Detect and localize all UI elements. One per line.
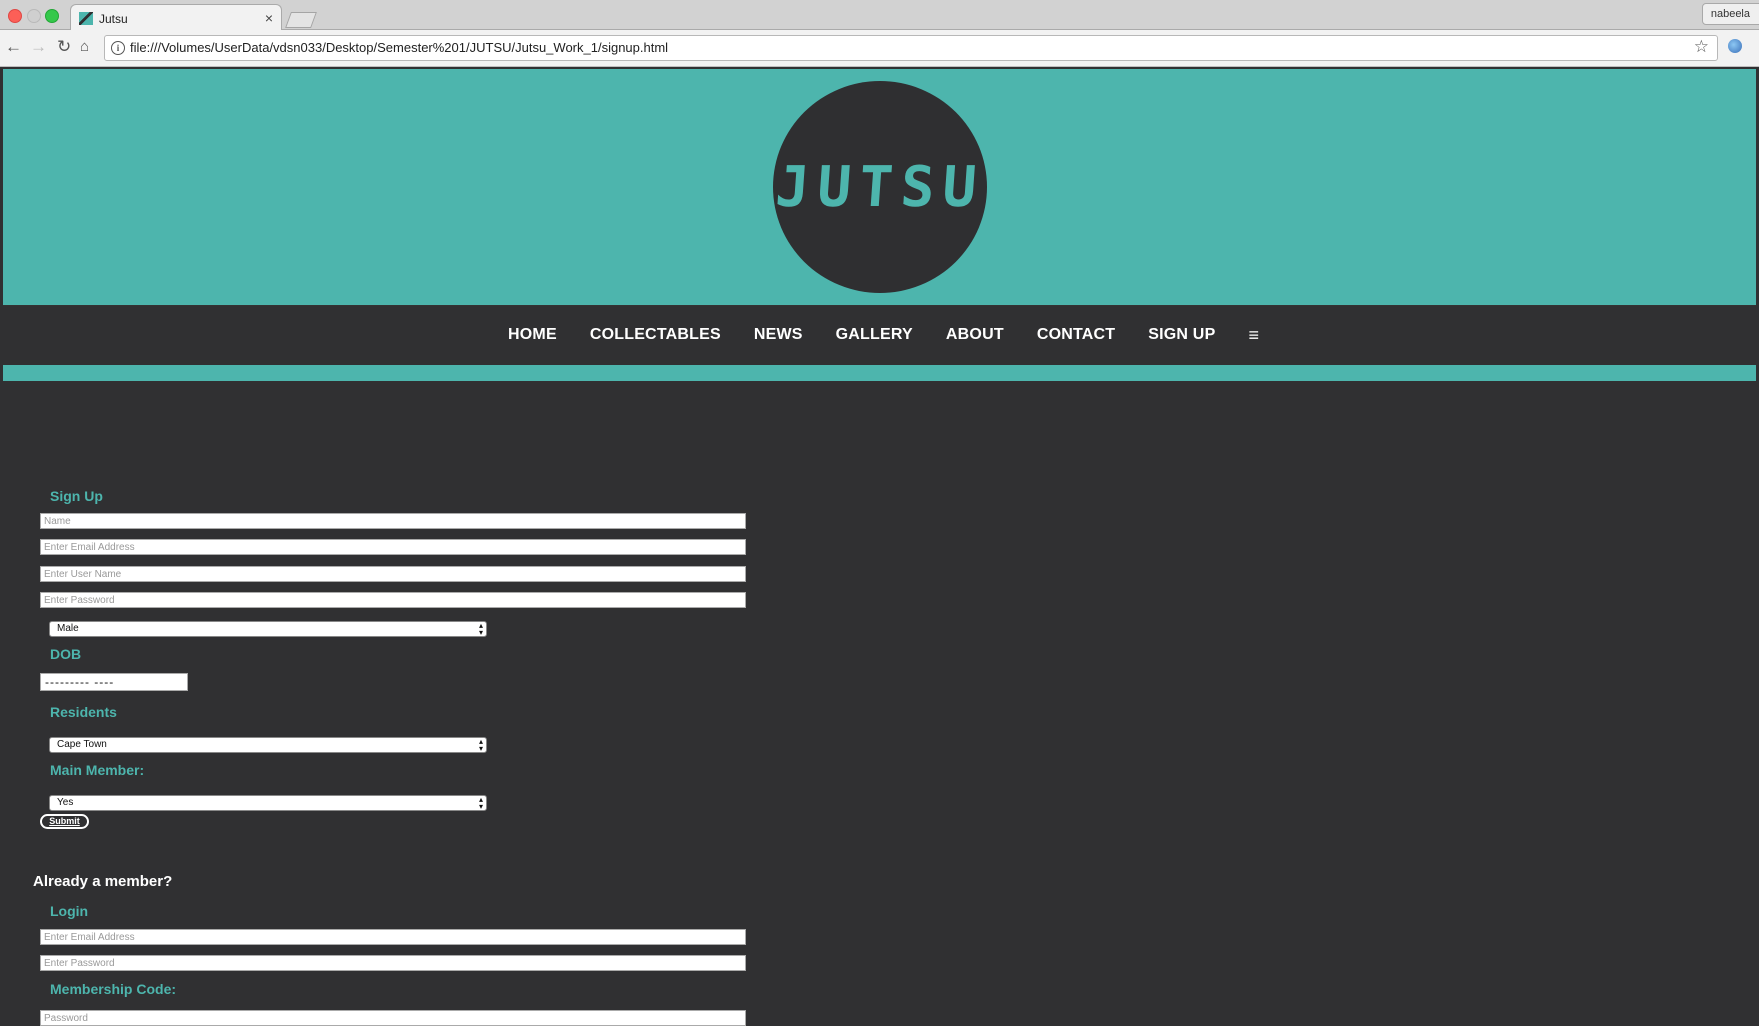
nav-collectables[interactable]: COLLECTABLES [590, 326, 721, 344]
password-input[interactable] [40, 592, 746, 608]
minimize-window-button[interactable] [27, 9, 41, 23]
home-icon[interactable]: ⌂ [80, 37, 89, 57]
browser-tab-strip: Jutsu × nabeela [0, 0, 1759, 31]
logo-text: JUTSU [773, 155, 987, 220]
reload-icon[interactable]: ↻ [57, 37, 71, 57]
main-member-select-value: Yes [57, 797, 74, 808]
bookmark-star-icon[interactable]: ☆ [1694, 37, 1709, 57]
site-logo[interactable]: JUTSU [773, 81, 987, 293]
profile-button[interactable]: nabeela [1701, 3, 1759, 25]
forward-arrow-icon[interactable]: → [30, 37, 47, 57]
tab-close-icon[interactable]: × [265, 10, 273, 26]
signup-heading: Sign Up [50, 488, 103, 504]
teal-divider [3, 365, 1756, 381]
residents-label: Residents [50, 704, 117, 720]
extension-globe-icon[interactable] [1728, 39, 1742, 53]
back-arrow-icon[interactable]: ← [5, 37, 22, 57]
header-banner: JUTSU [3, 69, 1756, 306]
url-text[interactable]: file:///Volumes/UserData/vdsn033/Desktop… [130, 40, 668, 55]
main-member-label: Main Member: [50, 762, 145, 778]
select-arrows-icon: ▴ ▾ [478, 795, 483, 811]
name-input[interactable] [40, 513, 746, 529]
page-content: JUTSU HOME COLLECTABLES NEWS GALLERY ABO… [0, 67, 1759, 1026]
gender-select[interactable]: Male ▴ ▾ [49, 621, 487, 637]
browser-toolbar: ← → ↻ ⌂ i file:///Volumes/UserData/vdsn0… [0, 30, 1759, 67]
nav-about[interactable]: ABOUT [946, 326, 1004, 344]
email-input[interactable] [40, 539, 746, 555]
main-member-select[interactable]: Yes ▴ ▾ [49, 795, 487, 811]
info-icon[interactable]: i [111, 41, 125, 55]
gender-select-value: Male [57, 623, 79, 634]
nav-contact[interactable]: CONTACT [1037, 326, 1115, 344]
favicon-icon [79, 12, 93, 25]
login-heading: Login [50, 903, 89, 919]
dob-label: DOB [50, 646, 82, 662]
dob-date-input[interactable]: --------- ---- [40, 673, 188, 691]
username-input[interactable] [40, 566, 746, 582]
select-arrows-icon: ▴ ▾ [478, 621, 483, 637]
residents-select[interactable]: Cape Town ▴ ▾ [49, 737, 487, 753]
submit-button[interactable]: Submit [40, 814, 89, 829]
membership-code-input[interactable] [40, 1010, 746, 1026]
browser-tab[interactable]: Jutsu × [70, 4, 282, 31]
nav-home[interactable]: HOME [508, 326, 557, 344]
address-bar[interactable]: i file:///Volumes/UserData/vdsn033/Deskt… [104, 35, 1718, 61]
new-tab-button[interactable] [285, 12, 317, 28]
close-window-button[interactable] [8, 9, 22, 23]
main-navigation: HOME COLLECTABLES NEWS GALLERY ABOUT CON… [0, 306, 1759, 364]
hamburger-menu-icon[interactable]: ≡ [1248, 325, 1259, 346]
membership-code-label: Membership Code: [50, 981, 177, 997]
already-member-heading: Already a member? [33, 873, 173, 890]
nav-sign-up[interactable]: SIGN UP [1148, 326, 1215, 344]
nav-news[interactable]: NEWS [754, 326, 803, 344]
tab-title: Jutsu [99, 12, 128, 26]
nav-gallery[interactable]: GALLERY [836, 326, 913, 344]
residents-select-value: Cape Town [57, 739, 107, 750]
signup-form: Sign Up Male ▴▾ DOB --------- ---- Resid… [0, 381, 1759, 1026]
maximize-window-button[interactable] [45, 9, 59, 23]
select-arrows-icon: ▴ ▾ [478, 737, 483, 753]
login-email-input[interactable] [40, 929, 746, 945]
